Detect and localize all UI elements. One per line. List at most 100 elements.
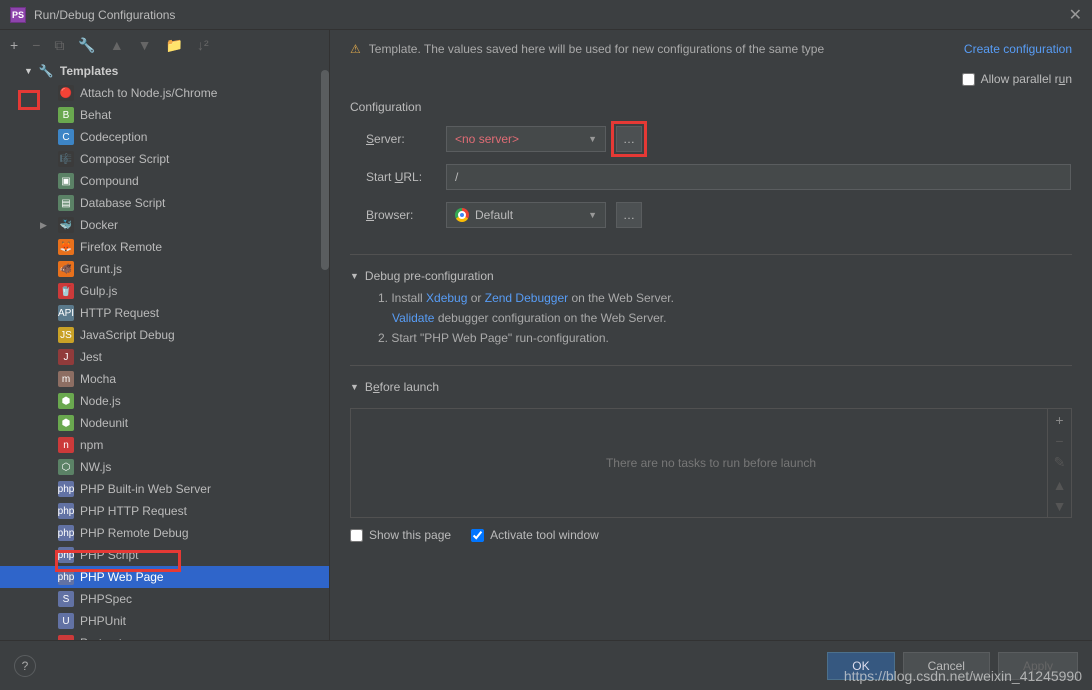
debug-steps: 1. Install Xdebug or Zend Debugger on th… bbox=[378, 291, 1072, 351]
sidebar-toolbar: + − ⧉ 🔧 ▲ ▼ 📁 ↓² bbox=[0, 30, 329, 60]
banner-text: Template. The values saved here will be … bbox=[369, 42, 956, 56]
tree-item-label: Composer Script bbox=[80, 152, 169, 166]
edit-task-icon[interactable]: ✎ bbox=[1048, 452, 1071, 474]
tree-item-phpspec[interactable]: SPHPSpec bbox=[0, 588, 329, 610]
tree-item-php-http-request[interactable]: php PHP HTTP Request bbox=[0, 500, 329, 522]
tree-item-php-script[interactable]: phpPHP Script bbox=[0, 544, 329, 566]
tree-item-codeception[interactable]: CCodeception bbox=[0, 126, 329, 148]
tree-item-grunt-js[interactable]: 🐗Grunt.js bbox=[0, 258, 329, 280]
before-launch-list: There are no tasks to run before launch … bbox=[350, 408, 1072, 518]
tree-item-label: NW.js bbox=[80, 460, 111, 474]
up-icon[interactable]: ▲ bbox=[110, 37, 124, 53]
tree-item-jest[interactable]: JJest bbox=[0, 346, 329, 368]
tree-item-mocha[interactable]: mMocha bbox=[0, 368, 329, 390]
wrench-icon[interactable]: 🔧 bbox=[78, 37, 95, 54]
apply-button[interactable]: Apply bbox=[998, 652, 1078, 680]
remove-icon[interactable]: − bbox=[32, 37, 40, 53]
validate-link[interactable]: Validate bbox=[392, 311, 434, 325]
tree-item-javascript-debug[interactable]: JSJavaScript Debug bbox=[0, 324, 329, 346]
sort-icon[interactable]: ↓² bbox=[197, 37, 209, 53]
footer: ? OK Cancel Apply bbox=[0, 640, 1092, 690]
chevron-down-icon: ▼ bbox=[350, 382, 359, 392]
tree-item-label: HTTP Request bbox=[80, 306, 159, 320]
tree-item-gulp-js[interactable]: 🥤Gulp.js bbox=[0, 280, 329, 302]
templates-node[interactable]: ▼ 🔧 Templates bbox=[0, 60, 329, 82]
before-launch-empty: There are no tasks to run before launch bbox=[606, 456, 816, 470]
tree-item-label: PHP HTTP Request bbox=[80, 504, 187, 518]
copy-icon[interactable]: ⧉ bbox=[54, 37, 64, 54]
config-type-icon: php bbox=[58, 503, 74, 519]
tree-item-protractor[interactable]: ◐Protractor bbox=[0, 632, 329, 640]
tree-item-database-script[interactable]: ▤Database Script bbox=[0, 192, 329, 214]
cancel-button[interactable]: Cancel bbox=[903, 652, 990, 680]
config-type-icon: n bbox=[58, 437, 74, 453]
browser-browse-button[interactable]: … bbox=[616, 202, 642, 228]
config-type-icon: php bbox=[58, 481, 74, 497]
server-browse-button[interactable]: … bbox=[616, 126, 642, 152]
tree-item-nodeunit[interactable]: ⬢Nodeunit bbox=[0, 412, 329, 434]
start-url-input[interactable] bbox=[446, 164, 1071, 190]
tree-item-http-request[interactable]: APIHTTP Request bbox=[0, 302, 329, 324]
config-type-icon: 🥤 bbox=[58, 283, 74, 299]
remove-task-icon[interactable]: − bbox=[1048, 431, 1071, 453]
debug-section-toggle[interactable]: ▼ Debug pre-configuration bbox=[350, 269, 1072, 283]
tree-item-node-js[interactable]: ⬢Node.js bbox=[0, 390, 329, 412]
server-value: <no server> bbox=[455, 132, 519, 146]
activate-tool-check[interactable]: Activate tool window bbox=[471, 528, 599, 542]
tree-item-firefox-remote[interactable]: 🦊Firefox Remote bbox=[0, 236, 329, 258]
tree-item-composer-script[interactable]: 🎼 Composer Script bbox=[0, 148, 329, 170]
tree-item-label: PHPUnit bbox=[80, 614, 126, 628]
create-config-link[interactable]: Create configuration bbox=[964, 42, 1072, 56]
tree-item-npm[interactable]: nnpm bbox=[0, 434, 329, 456]
close-icon[interactable]: ✕ bbox=[1069, 5, 1082, 25]
server-label: Server: bbox=[366, 132, 436, 146]
ok-button[interactable]: OK bbox=[827, 652, 894, 680]
tree-item-label: Database Script bbox=[80, 196, 165, 210]
start-url-label: Start URL: bbox=[366, 170, 436, 184]
tree-item-attach-to-node-js-chrome[interactable]: 🔴Attach to Node.js/Chrome bbox=[0, 82, 329, 104]
tree-item-label: Compound bbox=[80, 174, 139, 188]
tree-item-php-web-page[interactable]: phpPHP Web Page bbox=[0, 566, 329, 588]
chevron-down-icon: ▼ bbox=[588, 134, 597, 144]
show-page-check[interactable]: Show this page bbox=[350, 528, 451, 542]
browser-select[interactable]: Default ▼ bbox=[446, 202, 606, 228]
config-type-icon: php bbox=[58, 547, 74, 563]
config-type-icon: ◐ bbox=[58, 635, 74, 640]
folder-icon[interactable]: 📁 bbox=[166, 37, 183, 54]
tree-item-label: Jest bbox=[80, 350, 102, 364]
add-task-icon[interactable]: + bbox=[1048, 409, 1071, 431]
tree-item-php-remote-debug[interactable]: phpPHP Remote Debug bbox=[0, 522, 329, 544]
add-icon[interactable]: + bbox=[10, 37, 18, 53]
down-icon[interactable]: ▼ bbox=[138, 37, 152, 53]
config-section-title: Configuration bbox=[350, 100, 1072, 114]
move-up-icon[interactable]: ▲ bbox=[1048, 474, 1071, 496]
tree-item-nw-js[interactable]: ⬡ NW.js bbox=[0, 456, 329, 478]
xdebug-link[interactable]: Xdebug bbox=[426, 291, 467, 305]
warning-icon: ⚠ bbox=[350, 42, 361, 56]
server-select[interactable]: <no server> ▼ bbox=[446, 126, 606, 152]
titlebar: PS Run/Debug Configurations ✕ bbox=[0, 0, 1092, 30]
tree-item-compound[interactable]: ▣Compound bbox=[0, 170, 329, 192]
before-launch-toggle[interactable]: ▼ Before launch bbox=[350, 380, 1072, 394]
app-icon: PS bbox=[10, 7, 26, 23]
template-banner: ⚠ Template. The values saved here will b… bbox=[350, 42, 1072, 56]
tree-item-behat[interactable]: BBehat bbox=[0, 104, 329, 126]
config-type-icon: m bbox=[58, 371, 74, 387]
config-type-icon: php bbox=[58, 525, 74, 541]
tree-item-label: Behat bbox=[80, 108, 111, 122]
chevron-down-icon: ▼ bbox=[24, 66, 33, 76]
tree-item-phpunit[interactable]: UPHPUnit bbox=[0, 610, 329, 632]
allow-parallel-label[interactable]: Allow parallel run bbox=[981, 72, 1072, 86]
tree-item-php-built-in-web-server[interactable]: phpPHP Built-in Web Server bbox=[0, 478, 329, 500]
config-type-icon: ⬡ bbox=[58, 459, 74, 475]
help-button[interactable]: ? bbox=[14, 655, 36, 677]
scrollbar[interactable] bbox=[321, 70, 329, 270]
config-type-icon: 🎼 bbox=[58, 151, 74, 167]
tree-item-docker[interactable]: ▶🐳Docker bbox=[0, 214, 329, 236]
allow-parallel-checkbox[interactable] bbox=[962, 73, 975, 86]
main-panel: ⚠ Template. The values saved here will b… bbox=[330, 30, 1092, 640]
tree-item-label: Docker bbox=[80, 218, 118, 232]
move-down-icon[interactable]: ▼ bbox=[1048, 495, 1071, 517]
zend-link[interactable]: Zend Debugger bbox=[485, 291, 568, 305]
config-type-icon: 🦊 bbox=[58, 239, 74, 255]
